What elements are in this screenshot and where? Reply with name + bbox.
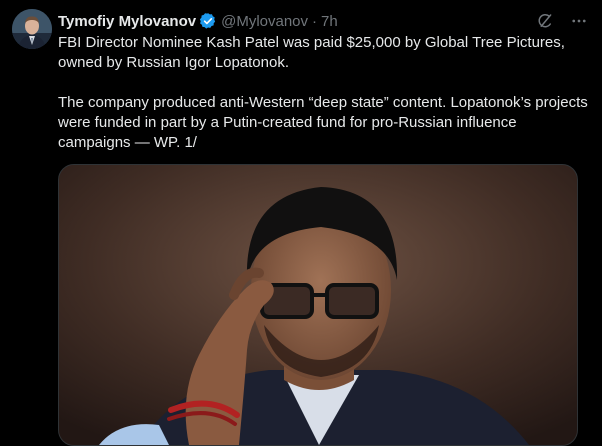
author-handle[interactable]: @Mylovanov xyxy=(221,13,308,30)
tweet-media-photo[interactable] xyxy=(58,164,578,446)
avatar[interactable] xyxy=(12,9,52,49)
tweet-card[interactable]: Tymofiy Mylovanov @Mylovanov · 7h FBI Di… xyxy=(0,0,602,446)
author-name[interactable]: Tymofiy Mylovanov xyxy=(58,13,196,30)
header-actions xyxy=(534,10,590,32)
more-icon[interactable] xyxy=(568,10,590,32)
avatar-photo xyxy=(12,9,52,49)
verified-badge-icon xyxy=(199,12,217,30)
photo-image xyxy=(59,165,577,445)
tweet-header: Tymofiy Mylovanov @Mylovanov · 7h xyxy=(58,11,590,31)
tweet-paragraph: The company produced anti-Western “deep … xyxy=(58,94,588,151)
tweet-text: FBI Director Nominee Kash Patel was paid… xyxy=(58,33,588,153)
separator-dot: · xyxy=(312,12,318,30)
tweet-paragraph: FBI Director Nominee Kash Patel was paid… xyxy=(58,34,565,71)
grok-icon[interactable] xyxy=(534,10,556,32)
tweet-timestamp[interactable]: 7h xyxy=(321,13,338,30)
